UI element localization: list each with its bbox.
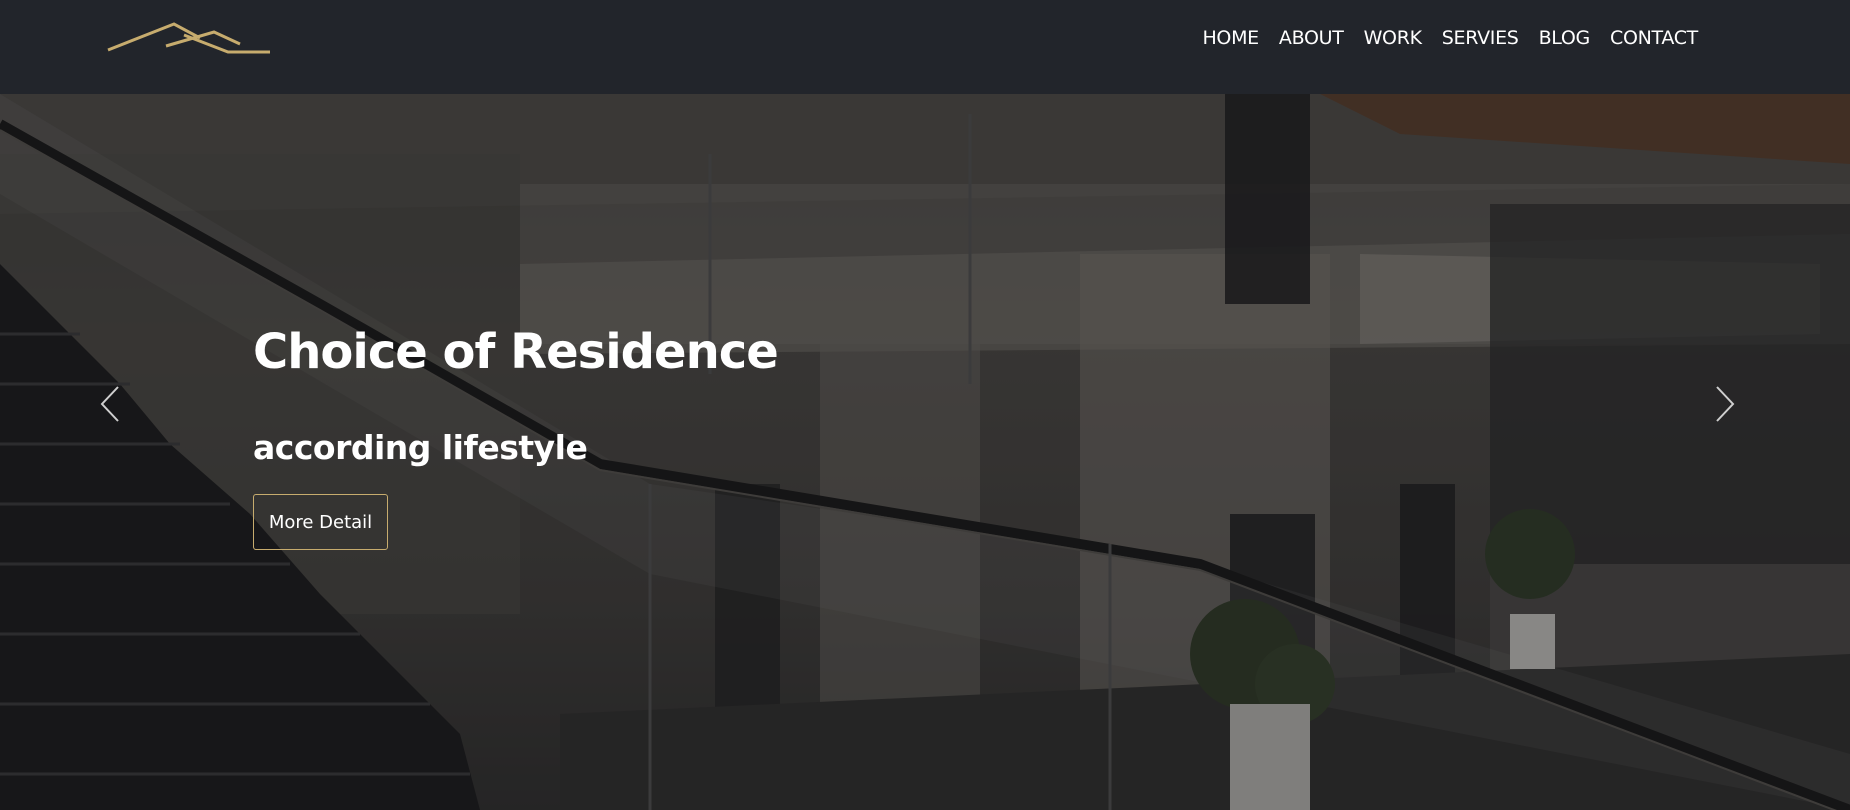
- nav-link-about[interactable]: ABOUT: [1279, 27, 1344, 49]
- slider-next-button[interactable]: [1713, 384, 1737, 424]
- nav-item-about: ABOUT: [1279, 27, 1344, 49]
- hero-title: Choice of Residence: [253, 324, 779, 380]
- hero-slider: Choice of Residence according lifestyle …: [0, 94, 1850, 810]
- site-logo[interactable]: [106, 22, 272, 56]
- nav-link-blog[interactable]: BLOG: [1539, 27, 1591, 49]
- navbar: HOME ABOUT WORK SERVIES BLOG CONTACT: [0, 0, 1850, 94]
- chevron-right-icon: [1716, 386, 1735, 422]
- nav-item-services: SERVIES: [1442, 27, 1519, 49]
- more-detail-button[interactable]: More Detail: [253, 494, 388, 550]
- slider-prev-button[interactable]: [98, 384, 122, 424]
- nav-link-contact[interactable]: CONTACT: [1610, 27, 1698, 49]
- nav-link-services[interactable]: SERVIES: [1442, 27, 1519, 49]
- roof-lines-logo-icon: [107, 22, 270, 54]
- nav-link-work[interactable]: WORK: [1364, 27, 1423, 49]
- nav-item-contact: CONTACT: [1610, 27, 1698, 49]
- nav-link-home[interactable]: HOME: [1202, 27, 1259, 49]
- nav-item-work: WORK: [1364, 27, 1423, 49]
- nav-item-blog: BLOG: [1539, 27, 1591, 49]
- hero-subtitle: according lifestyle: [253, 428, 588, 467]
- chevron-left-icon: [100, 386, 119, 422]
- main-nav: HOME ABOUT WORK SERVIES BLOG CONTACT: [1202, 27, 1698, 49]
- nav-item-home: HOME: [1202, 27, 1259, 49]
